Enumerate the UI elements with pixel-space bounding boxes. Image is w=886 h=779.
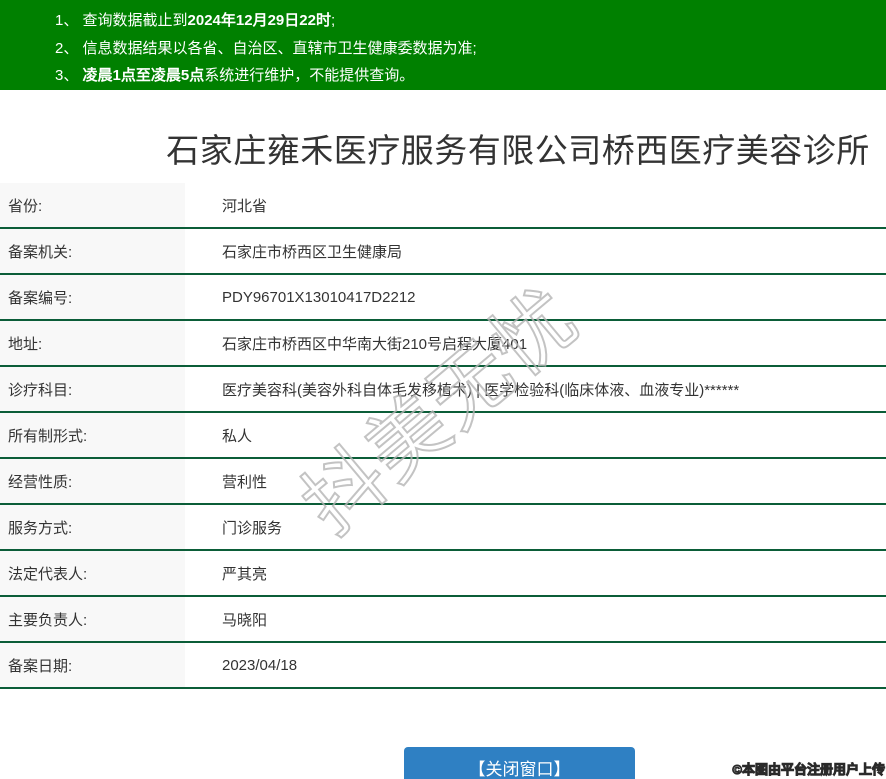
field-value: 严其亮 — [222, 565, 268, 583]
field-value: 营利性 — [222, 473, 268, 491]
field-value: 石家庄市桥西区中华南大街210号启程大厦401 — [222, 335, 528, 353]
notice-header: 1、 查询数据截止到2024年12月29日22时; 2、 信息数据结果以各省、自治… — [0, 0, 886, 90]
field-label: 诊疗科目: — [0, 367, 185, 411]
field-label: 备案编号: — [0, 275, 185, 319]
field-label: 地址: — [0, 321, 185, 365]
record-detail-page: 1、 查询数据截止到2024年12月29日22时; 2、 信息数据结果以各省、自治… — [0, 0, 886, 779]
field-label: 省份: — [0, 183, 185, 227]
field-value: 河北省 — [222, 197, 268, 215]
field-value: 石家庄市桥西区卫生健康局 — [222, 243, 403, 261]
field-label: 经营性质: — [0, 459, 185, 503]
field-label: 服务方式: — [0, 505, 185, 549]
notice-line: 1、 查询数据截止到2024年12月29日22时; — [55, 12, 336, 29]
table-row: 主要负责人: 马晓阳 — [0, 597, 886, 643]
info-table: 省份: 河北省备案机关: 石家庄市桥西区卫生健康局备案编号: PDY96701X130… — [0, 183, 886, 689]
notice-list: 1、 查询数据截止到2024年12月29日22时; 2、 信息数据结果以各省、自治… — [55, 7, 876, 90]
footer-stamp: ©本图由平台注册用户上传 — [732, 762, 886, 778]
table-row: 地址: 石家庄市桥西区中华南大街210号启程大厦401 — [0, 321, 886, 367]
field-value: 2023/04/18 — [222, 656, 298, 674]
notice-line: 3、 凌晨1点至凌晨5点系统进行维护，不能提供查询。 — [55, 67, 415, 84]
field-label: 主要负责人: — [0, 597, 185, 641]
field-label: 备案日期: — [0, 643, 185, 687]
page-title: 石家庄雍禾医疗服务有限公司桥西医疗美容诊所 — [166, 132, 870, 169]
field-value: 医疗美容科(美容外科自体毛发移植术) | 医学检验科(临床体液、血液专业)***… — [222, 381, 740, 399]
table-row: 经营性质: 营利性 — [0, 459, 886, 505]
table-row: 备案编号: PDY96701X13010417D2212 — [0, 275, 886, 321]
table-row: 法定代表人: 严其亮 — [0, 551, 886, 597]
field-value: 私人 — [222, 427, 253, 445]
close-window-button[interactable]: 【关闭窗口】 — [404, 747, 635, 779]
table-row: 省份: 河北省 — [0, 183, 886, 229]
field-label: 所有制形式: — [0, 413, 185, 457]
notice-line: 2、 信息数据结果以各省、自治区、直辖市卫生健康委数据为准; — [55, 39, 477, 57]
table-row: 服务方式: 门诊服务 — [0, 505, 886, 551]
table-row: 所有制形式: 私人 — [0, 413, 886, 459]
table-row: 备案日期: 2023/04/18 — [0, 643, 886, 689]
field-label: 法定代表人: — [0, 551, 185, 595]
field-value: PDY96701X13010417D2212 — [222, 288, 416, 306]
field-value: 马晓阳 — [222, 611, 268, 629]
field-value: 门诊服务 — [222, 519, 283, 537]
field-label: 备案机关: — [0, 229, 185, 273]
table-row: 备案机关: 石家庄市桥西区卫生健康局 — [0, 229, 886, 275]
table-row: 诊疗科目: 医疗美容科(美容外科自体毛发移植术) | 医学检验科(临床体液、血液专… — [0, 367, 886, 413]
